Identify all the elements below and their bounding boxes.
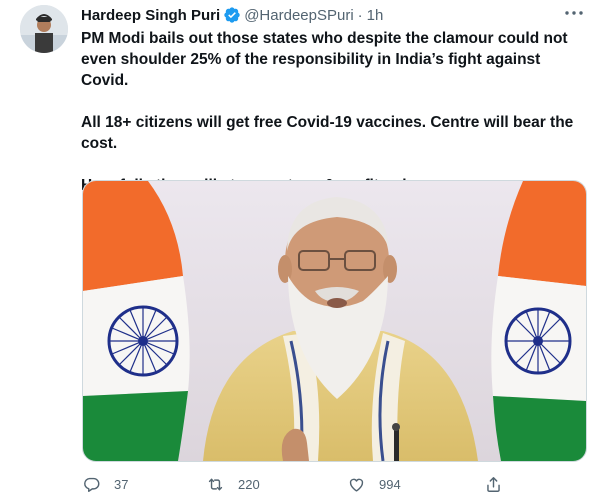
tweet-header: Hardeep Singh Puri @HardeepSPuri · 1h xyxy=(81,5,383,25)
retweet-button[interactable]: 220 xyxy=(206,475,260,494)
tweet-actions: 37 220 994 xyxy=(82,470,587,498)
retweet-icon xyxy=(208,478,223,490)
tweet-paragraph: All 18+ citizens will get free Covid-19 … xyxy=(81,114,574,152)
timestamp[interactable]: 1h xyxy=(367,7,384,24)
share-button[interactable] xyxy=(484,475,503,494)
avatar[interactable] xyxy=(20,5,68,53)
share-icon xyxy=(487,476,500,492)
heart-icon xyxy=(349,478,364,492)
like-count: 994 xyxy=(379,476,401,492)
tweet-text: PM Modi bails out those states who despi… xyxy=(81,28,589,196)
avatar-image xyxy=(20,5,68,53)
reply-count: 37 xyxy=(114,476,129,492)
retweet-count: 220 xyxy=(238,476,260,492)
author-name[interactable]: Hardeep Singh Puri xyxy=(81,7,220,24)
tweet-media-image[interactable] xyxy=(82,180,587,462)
tweet: Hardeep Singh Puri @HardeepSPuri · 1h PM… xyxy=(0,0,603,499)
author-handle[interactable]: @HardeepSPuri xyxy=(244,7,353,24)
tweet-paragraph: PM Modi bails out those states who despi… xyxy=(81,30,568,89)
verified-badge-icon xyxy=(223,6,241,24)
like-button[interactable]: 994 xyxy=(347,475,401,494)
reply-button[interactable]: 37 xyxy=(82,475,128,494)
separator-dot: · xyxy=(357,6,363,24)
reply-icon xyxy=(84,477,100,492)
more-icon[interactable] xyxy=(563,6,585,20)
